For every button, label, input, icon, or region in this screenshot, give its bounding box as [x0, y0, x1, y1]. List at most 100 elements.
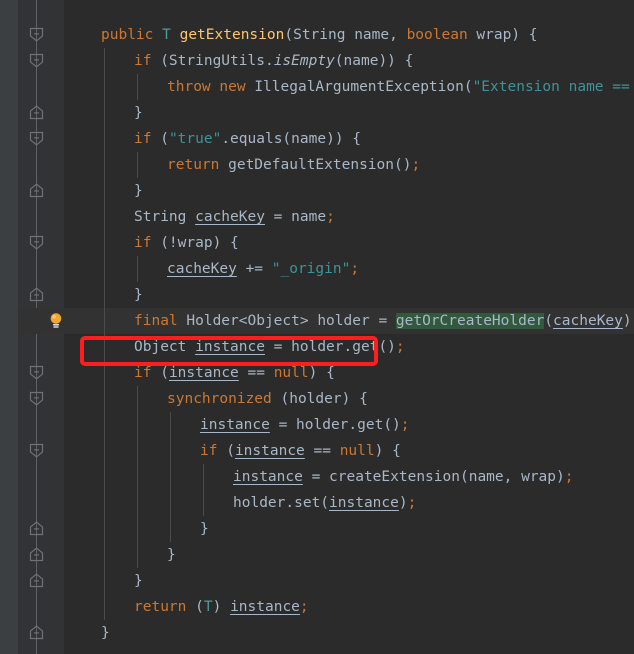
code-token: T	[203, 599, 213, 615]
fold-marker-expanded[interactable]	[29, 365, 44, 380]
code-line[interactable]: throw new IllegalArgumentException("Exte…	[167, 74, 634, 100]
fold-marker-expanded[interactable]	[29, 53, 44, 68]
code-line[interactable]: if (!wrap) {	[134, 230, 239, 256]
code-token: T	[162, 27, 171, 43]
code-token: synchronized	[167, 391, 272, 407]
code-token: = createExtension(name, wrap)	[302, 469, 565, 485]
code-editor[interactable]: public T getExtension(String name, boole…	[0, 0, 634, 654]
code-token: .equals(name)) {	[221, 131, 362, 147]
fold-marker-end[interactable]	[29, 625, 44, 640]
code-token: ==	[304, 443, 340, 459]
code-line[interactable]: cacheKey += "_origin";	[167, 256, 359, 282]
code-line[interactable]: if (instance == null) {	[200, 438, 401, 464]
indent-guide	[137, 256, 138, 282]
indent-guide	[170, 412, 171, 542]
indent-guide	[137, 386, 138, 568]
code-line[interactable]: final Holder<Object> holder = getOrCreat…	[134, 308, 634, 334]
fold-marker-end[interactable]	[29, 287, 44, 302]
code-line[interactable]: }	[134, 178, 143, 204]
fold-marker-expanded[interactable]	[29, 443, 44, 458]
code-token: holder.set(	[233, 495, 330, 511]
code-token: if	[134, 131, 152, 147]
fold-marker-end[interactable]	[29, 573, 44, 588]
code-token: )	[212, 599, 231, 615]
code-token: ) {	[308, 365, 335, 381]
code-token: getExtension	[179, 27, 285, 43]
code-token: }	[134, 573, 143, 589]
code-token: }	[134, 183, 143, 199]
code-token: throw	[167, 79, 211, 95]
code-token: if	[200, 443, 218, 459]
fold-marker-end[interactable]	[29, 183, 44, 198]
code-token: instance	[168, 365, 239, 381]
code-token: Holder<Object> holder =	[177, 313, 396, 329]
code-line[interactable]: if (StringUtils.isEmpty(name)) {	[134, 48, 413, 74]
code-token: "_origin"	[271, 261, 351, 277]
fold-marker-expanded[interactable]	[29, 27, 44, 42]
code-token: instance	[200, 417, 270, 433]
code-token: instance	[230, 599, 300, 615]
code-token: }	[200, 521, 209, 537]
code-token: (holder) {	[271, 391, 368, 407]
code-line[interactable]: instance = createExtension(name, wrap);	[233, 464, 573, 490]
code-token: boolean	[406, 27, 468, 43]
code-line[interactable]: return (T) instance;	[134, 594, 309, 620]
lightbulb-icon[interactable]	[48, 312, 64, 330]
code-token: ;	[350, 261, 360, 277]
code-line[interactable]: }	[200, 516, 209, 542]
code-token: ;	[326, 209, 335, 225]
code-token: null	[339, 443, 375, 459]
code-line[interactable]: if ("true".equals(name)) {	[134, 126, 361, 152]
code-line[interactable]: String cacheKey = name;	[134, 204, 335, 230]
code-token: }	[134, 105, 143, 121]
code-token: (	[217, 443, 235, 459]
code-token: if	[134, 235, 152, 251]
code-token: (String name,	[284, 27, 407, 43]
code-token: cacheKey	[195, 209, 265, 225]
code-token: instance	[233, 469, 303, 485]
code-line[interactable]: synchronized (holder) {	[167, 386, 368, 412]
code-line[interactable]: }	[134, 282, 143, 308]
code-line[interactable]: public T getExtension(String name, boole…	[101, 22, 538, 48]
code-token: = holder.get()	[269, 417, 401, 433]
code-token: +=	[236, 261, 272, 277]
code-line[interactable]: }	[167, 542, 176, 568]
code-token: (	[544, 313, 554, 329]
code-line[interactable]: holder.set(instance);	[233, 490, 416, 516]
indent-guide	[203, 464, 204, 516]
code-token: )	[398, 495, 408, 511]
fold-marker-end[interactable]	[29, 521, 44, 536]
code-token: ;	[299, 599, 309, 615]
fold-marker-end[interactable]	[29, 105, 44, 120]
code-token: if	[134, 53, 152, 69]
code-token: ==	[238, 365, 274, 381]
code-line[interactable]: }	[134, 568, 143, 594]
code-token: ) {	[374, 443, 401, 459]
code-token: ;	[395, 339, 405, 355]
code-line[interactable]: return getDefaultExtension();	[167, 152, 420, 178]
code-token: public	[101, 27, 154, 43]
indent-guide	[137, 74, 138, 100]
fold-marker-end[interactable]	[29, 547, 44, 562]
fold-marker-expanded[interactable]	[29, 391, 44, 406]
fold-marker-expanded[interactable]	[29, 235, 44, 250]
code-token: (	[186, 599, 204, 615]
code-token: ;	[407, 495, 417, 511]
code-token: (!wrap) {	[151, 235, 239, 251]
code-token: instance	[195, 339, 265, 355]
code-line[interactable]: Object instance = holder.get();	[134, 334, 405, 360]
code-line[interactable]: if (instance == null) {	[134, 360, 335, 386]
code-token: null	[273, 365, 309, 381]
code-token: String	[134, 209, 196, 225]
code-line[interactable]: }	[134, 100, 143, 126]
fold-marker-expanded[interactable]	[29, 131, 44, 146]
indent-guide	[104, 48, 105, 620]
code-line[interactable]: instance = holder.get();	[200, 412, 410, 438]
code-token: = holder.get()	[264, 339, 396, 355]
code-token: }	[167, 547, 176, 563]
code-token: ;	[400, 417, 410, 433]
code-line[interactable]: }	[101, 620, 110, 646]
code-token: )	[622, 313, 632, 329]
code-token: cacheKey	[553, 313, 623, 329]
